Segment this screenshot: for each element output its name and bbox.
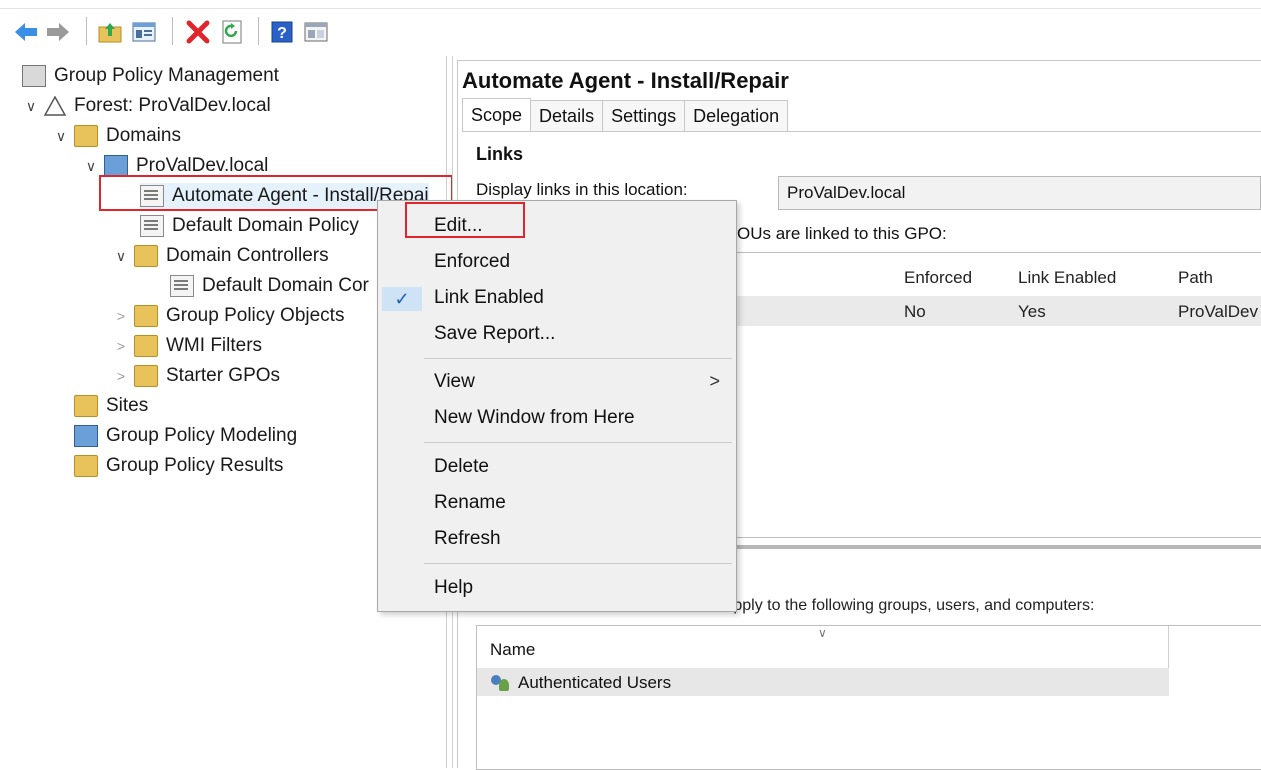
toolbar: ? <box>0 0 1261 56</box>
gpo-link-icon <box>140 215 164 237</box>
column-header-link-enabled[interactable]: Link Enabled <box>1018 268 1116 288</box>
tree-node-domain-controllers[interactable]: ∨ Domain Controllers <box>112 243 329 269</box>
refresh-icon[interactable] <box>218 18 246 46</box>
menu-item-new-window[interactable]: New Window from Here <box>434 407 635 429</box>
forward-arrow-icon[interactable] <box>44 18 72 46</box>
tab-scope[interactable]: Scope <box>462 98 532 131</box>
menu-item-enforced[interactable]: Enforced <box>434 251 510 273</box>
tree-node-forest[interactable]: ∨ Forest: ProValDev.local <box>22 93 271 119</box>
tree-node-domains[interactable]: ∨ Domains <box>52 123 181 149</box>
highlight-edit-item <box>405 202 525 238</box>
delete-icon[interactable] <box>184 18 212 46</box>
menu-item-view[interactable]: View <box>434 371 475 393</box>
menu-item-rename[interactable]: Rename <box>434 492 506 514</box>
forest-icon <box>43 95 67 116</box>
cell-enforced: No <box>904 302 926 321</box>
gpo-link-icon <box>170 275 194 297</box>
tree-node-default-domain-policy[interactable]: Default Domain Policy <box>140 213 359 239</box>
show-hide-console-tree-icon[interactable] <box>130 18 158 46</box>
help-icon[interactable]: ? <box>268 18 296 46</box>
sites-folder-icon <box>74 395 98 417</box>
menu-item-delete[interactable]: Delete <box>434 456 489 478</box>
modeling-icon <box>74 425 98 447</box>
tree-node-group-policy-objects[interactable]: > Group Policy Objects <box>112 303 344 329</box>
submenu-arrow-icon: > <box>709 371 720 391</box>
chevron-right-icon[interactable]: > <box>112 368 130 384</box>
gpo-title: Automate Agent - Install/Repair <box>462 68 789 93</box>
group-policy-management-icon <box>22 65 46 87</box>
chevron-right-icon[interactable]: > <box>112 338 130 354</box>
tree-node-starter-gpos[interactable]: > Starter GPOs <box>112 363 280 389</box>
tab-delegation[interactable]: Delegation <box>684 100 789 131</box>
menu-item-save-report[interactable]: Save Report... <box>434 323 555 345</box>
cell-link-enabled: Yes <box>1018 302 1046 321</box>
starter-gpo-folder-icon <box>134 365 158 387</box>
sort-chevron-icon: ∨ <box>818 626 827 640</box>
list-item[interactable]: Authenticated Users <box>490 673 671 693</box>
tree-node-default-domain-controllers[interactable]: Default Domain Cor <box>170 273 369 299</box>
chevron-right-icon[interactable]: > <box>112 308 130 324</box>
console-view-icon[interactable] <box>302 18 330 46</box>
checkmark-icon: ✓ <box>382 287 422 311</box>
linked-ous-label: OUs are linked to this GPO: <box>737 224 947 243</box>
domains-folder-icon <box>74 125 98 147</box>
tab-settings[interactable]: Settings <box>602 100 686 131</box>
security-filtering-table[interactable] <box>476 625 1261 770</box>
tree-node-group-policy-modeling[interactable]: Group Policy Modeling <box>74 423 297 449</box>
display-links-label: Display links in this location: <box>476 180 688 199</box>
wmi-folder-icon <box>134 335 158 357</box>
menu-item-refresh[interactable]: Refresh <box>434 528 501 550</box>
column-header-path[interactable]: Path <box>1178 268 1213 288</box>
chevron-down-icon[interactable]: ∨ <box>112 248 130 265</box>
users-group-icon <box>490 674 512 692</box>
domain-icon <box>104 155 128 177</box>
menu-item-link-enabled[interactable]: Link Enabled <box>434 287 544 309</box>
links-heading: Links <box>476 144 524 164</box>
tree-node-group-policy-management[interactable]: Group Policy Management <box>22 63 279 89</box>
gpo-folder-icon <box>134 305 158 327</box>
results-icon <box>74 455 98 477</box>
back-arrow-icon[interactable] <box>12 18 40 46</box>
context-menu: Edit... Enforced ✓ Link Enabled Save Rep… <box>377 200 737 612</box>
tab-details[interactable]: Details <box>530 100 604 131</box>
tree-node-group-policy-results[interactable]: Group Policy Results <box>74 453 283 479</box>
display-links-dropdown[interactable]: ProValDev.local <box>778 176 1261 210</box>
chevron-down-icon[interactable]: ∨ <box>22 98 40 115</box>
tree-node-sites[interactable]: Sites <box>74 393 148 419</box>
cell-path: ProValDev <box>1178 302 1258 321</box>
column-header-enforced[interactable]: Enforced <box>904 268 972 288</box>
menu-item-help[interactable]: Help <box>434 577 473 599</box>
column-header-name[interactable]: Name <box>490 640 535 660</box>
chevron-down-icon[interactable]: ∨ <box>82 158 100 175</box>
tab-strip: Scope Details Settings Delegation <box>462 98 789 132</box>
ou-folder-icon <box>134 245 158 267</box>
svg-text:?: ? <box>277 25 287 42</box>
tree-node-wmi-filters[interactable]: > WMI Filters <box>112 333 262 359</box>
chevron-down-icon[interactable]: ∨ <box>52 128 70 145</box>
up-folder-icon[interactable] <box>96 18 124 46</box>
